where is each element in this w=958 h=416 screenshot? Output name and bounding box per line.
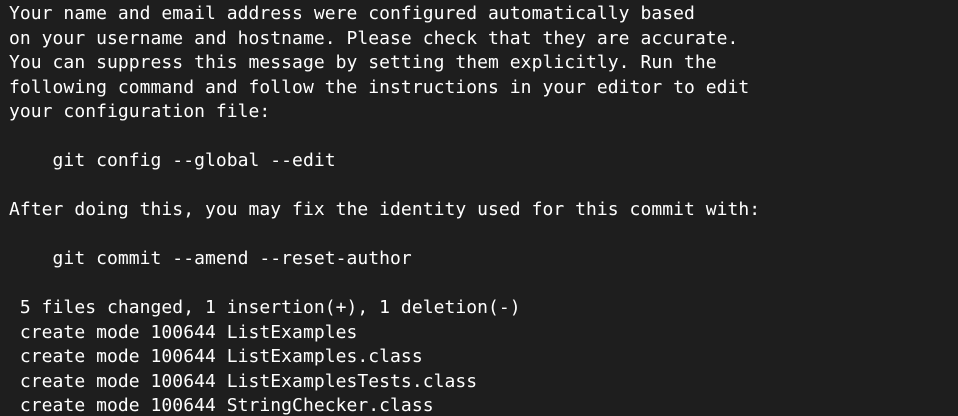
- terminal-line: create mode 100644 ListExamples: [9, 321, 358, 343]
- terminal-line: create mode 100644 ListExamples.class: [9, 346, 423, 367]
- terminal-output[interactable]: Your name and email address were configu…: [0, 0, 958, 416]
- terminal-line: git config --global --edit: [9, 150, 336, 171]
- terminal-line: You can suppress this message by setting…: [9, 52, 717, 73]
- terminal-line: on your username and hostname. Please ch…: [9, 27, 739, 49]
- terminal-line: 5 files changed, 1 insertion(+), 1 delet…: [9, 297, 521, 318]
- terminal-line: After doing this, you may fix the identi…: [9, 199, 761, 220]
- terminal-line: Your name and email address were configu…: [9, 3, 695, 24]
- terminal-line: create mode 100644 StringChecker.class: [9, 395, 434, 416]
- terminal-line: your configuration file:: [9, 101, 271, 122]
- terminal-line: create mode 100644 ListExamplesTests.cla…: [9, 370, 478, 392]
- terminal-line: git commit --amend --reset-author: [9, 248, 412, 269]
- terminal-line: following command and follow the instruc…: [9, 76, 750, 98]
